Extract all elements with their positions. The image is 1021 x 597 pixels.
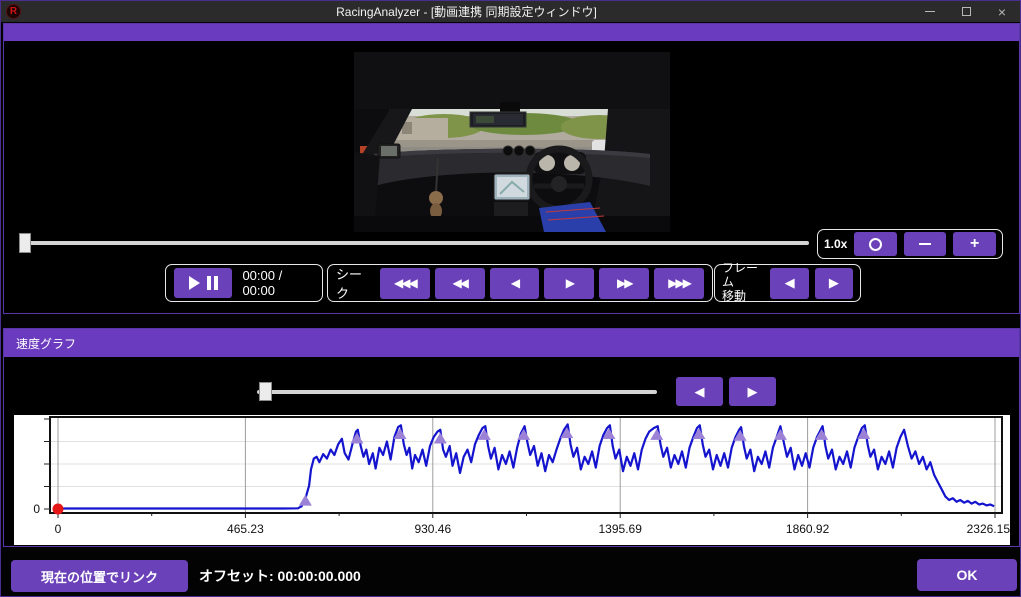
speed-graph-panel: 速度グラフ ◀ ▶ 0 0 465.23 930.46 1395.69 1860.92 23… [3,328,1020,547]
svg-text:465.23: 465.23 [227,522,264,536]
frame-move-group: フレーム 移動 ◀ ▶ [714,264,861,302]
maximize-button[interactable] [948,1,984,22]
video-seek-thumb[interactable] [19,233,31,253]
app-logo-icon: R [6,4,21,19]
graph-panel-header: 速度グラフ [4,329,1019,357]
graph-slider-track[interactable] [257,390,657,394]
zoom-out-button[interactable] [904,232,947,256]
seek-back-button[interactable]: ◀ [490,268,540,299]
zoom-in-icon: + [970,236,979,252]
zoom-controls-group: 1.0x + [817,229,1003,259]
titlebar: R RacingAnalyzer - [動画連携 同期設定ウィンドウ] × [1,1,1020,22]
link-current-position-button[interactable]: 現在の位置でリンク [11,560,188,592]
ok-button[interactable]: OK [917,559,1017,591]
pause-icon [207,276,218,290]
svg-text:1860.92: 1860.92 [786,522,830,536]
zoom-out-icon [919,243,931,246]
frame-back-button[interactable]: ◀ [770,268,808,299]
svg-text:2326.15: 2326.15 [967,522,1010,536]
playback-group: 00:00 / 00:00 [165,264,323,302]
minimize-icon [925,11,935,12]
zoom-reset-button[interactable] [854,232,897,256]
time-display: 00:00 / 00:00 [242,268,314,298]
frame-move-label: フレーム 移動 [722,262,764,303]
window-title: RacingAnalyzer - [動画連携 同期設定ウィンドウ] [21,3,912,20]
double-left-icon: ◀◀ [452,276,466,290]
speed-chart-widget[interactable]: 0 0 465.23 930.46 1395.69 1860.92 2326.15 [14,415,1010,545]
speed-chart[interactable]: 0 0 465.23 930.46 1395.69 1860.92 2326.15 [14,415,1010,545]
maximize-icon [962,7,971,16]
seek-back-fast-button[interactable]: ◀◀◀ [380,268,430,299]
triple-right-icon: ▶▶▶ [668,276,690,290]
seek-group: シーク ◀◀◀ ◀◀ ◀ ▶ ▶▶ ▶▶▶ [327,264,713,302]
svg-text:930.46: 930.46 [414,522,451,536]
seek-back-medium-button[interactable]: ◀◀ [435,268,485,299]
left-icon: ◀ [511,276,518,290]
graph-position-slider[interactable] [257,377,657,406]
video-sync-panel: 1.0x + 00:00 / 00:00 シーク ◀◀◀ ◀◀ ◀ [3,23,1020,314]
zoom-in-button[interactable]: + [953,232,996,256]
video-panel-header [4,24,1019,41]
graph-slider-thumb[interactable] [259,382,272,401]
close-button[interactable]: × [984,1,1020,22]
graph-back-button[interactable]: ◀ [676,377,723,406]
video-seek-track[interactable] [19,241,809,245]
offset-label: オフセット: 00:00:00.000 [199,560,361,592]
triple-left-icon: ◀◀◀ [394,276,416,290]
seek-label: シーク [336,264,375,302]
seek-forward-fast-button[interactable]: ▶▶▶ [654,268,704,299]
video-seek-slider[interactable] [19,232,809,254]
graph-forward-button[interactable]: ▶ [729,377,776,406]
zoom-reset-icon [869,238,882,251]
minimize-button[interactable] [912,1,948,22]
app-window: R RacingAnalyzer - [動画連携 同期設定ウィンドウ] × [0,0,1021,597]
zoom-level-label: 1.0x [824,237,847,251]
play-icon [189,276,200,290]
double-right-icon: ▶▶ [617,276,631,290]
seek-forward-medium-button[interactable]: ▶▶ [599,268,649,299]
svg-text:1395.69: 1395.69 [599,522,643,536]
frame-forward-button[interactable]: ▶ [815,268,853,299]
play-pause-button[interactable] [174,268,232,298]
right-icon: ▶ [566,276,573,290]
svg-text:0: 0 [33,502,40,516]
seek-forward-button[interactable]: ▶ [544,268,594,299]
svg-text:0: 0 [55,522,62,536]
video-frame [354,52,670,232]
